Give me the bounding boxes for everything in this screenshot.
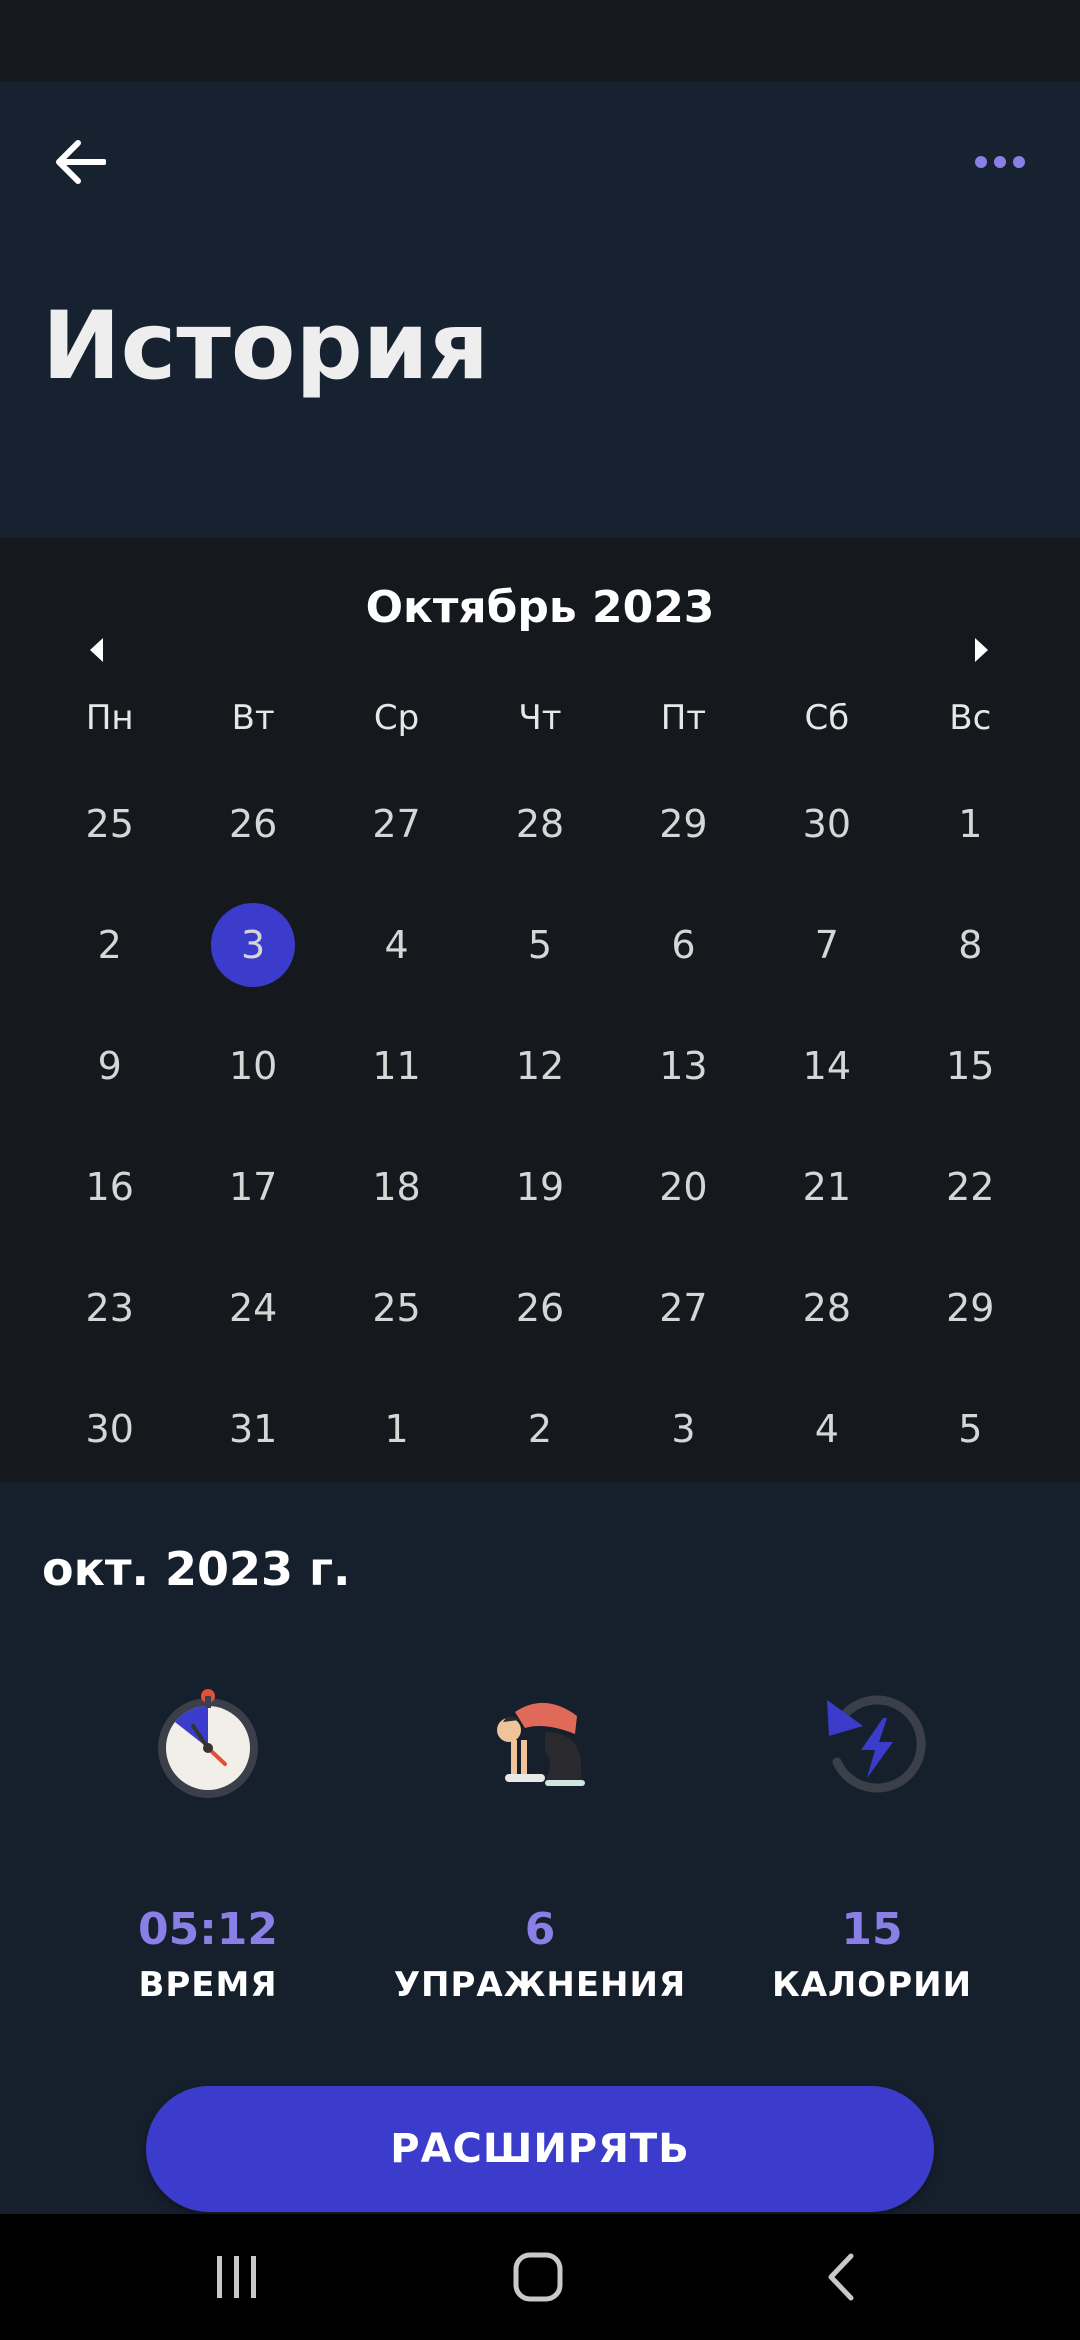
calorie-burn-icon [707,1682,1037,1802]
calendar-day[interactable]: 25 [38,763,181,884]
calendar-day[interactable]: 14 [755,1005,898,1126]
calendar-day[interactable]: 6 [612,884,755,1005]
calendar-day[interactable]: 3 [612,1368,755,1489]
weekday-header: Пн Вт Ср Чт Пт Сб Вс [0,698,1080,738]
weekday-label: Пт [660,698,707,738]
home-icon [513,2252,563,2302]
calendar-day[interactable]: 27 [325,763,468,884]
caret-left-icon [90,638,103,662]
stat-exercises-label: УПРАЖНЕНИЯ [393,1965,687,2005]
calendar-day[interactable]: 10 [181,1005,324,1126]
calendar-day[interactable]: 27 [612,1247,755,1368]
calendar-day[interactable]: 2 [38,884,181,1005]
next-month-button[interactable] [942,590,1022,710]
yoga-pose-icon [375,1682,705,1802]
calendar-day[interactable]: 12 [468,1005,611,1126]
calendar-day[interactable]: 5 [468,884,611,1005]
calendar-day[interactable]: 13 [612,1005,755,1126]
calendar-day[interactable]: 23 [38,1247,181,1368]
calendar-day-selected[interactable]: 3 [181,884,324,1005]
calendar-day[interactable]: 15 [899,1005,1042,1126]
weekday-label: Сб [804,698,850,738]
caret-right-icon [975,638,988,662]
status-bar [0,0,1080,82]
recents-button[interactable] [157,2214,317,2340]
summary-date: окт. 2023 г. [42,1542,351,1596]
stat-time-value: 05:12 [137,1904,279,1955]
calendar-day[interactable]: 22 [899,1126,1042,1247]
calendar-day[interactable]: 4 [325,884,468,1005]
recents-icon [217,2256,256,2298]
calendar-day[interactable]: 8 [899,884,1042,1005]
calendar-day[interactable]: 19 [468,1126,611,1247]
calendar-day[interactable]: 26 [468,1247,611,1368]
calendar: Октябрь 2023 Пн Вт Ср Чт Пт Сб Вс 25 26 … [0,538,1080,1482]
calendar-day[interactable]: 30 [755,763,898,884]
calendar-day[interactable]: 5 [899,1368,1042,1489]
calendar-day[interactable]: 11 [325,1005,468,1126]
more-horizontal-icon [975,156,1025,168]
stat-exercises-value: 6 [524,1904,556,1955]
stat-exercises: 6 УПРАЖНЕНИЯ [375,1682,705,2005]
calendar-day[interactable]: 24 [181,1247,324,1368]
calendar-day[interactable]: 31 [181,1368,324,1489]
calendar-day[interactable]: 1 [899,763,1042,884]
calendar-month-label: Октябрь 2023 [365,582,715,633]
calendar-day[interactable]: 21 [755,1126,898,1247]
calendar-day[interactable]: 16 [38,1126,181,1247]
more-options-button[interactable] [960,126,1040,198]
calendar-days-grid: 25 26 27 28 29 30 1 2 3 4 5 6 7 8 9 10 1… [0,763,1080,1489]
stat-calories-label: КАЛОРИИ [771,1965,973,2005]
calendar-day[interactable]: 4 [755,1368,898,1489]
calendar-day[interactable]: 18 [325,1126,468,1247]
system-back-button[interactable] [760,2214,920,2340]
back-chevron-icon [828,2253,854,2301]
calendar-day[interactable]: 1 [325,1368,468,1489]
calendar-day[interactable]: 28 [468,763,611,884]
stat-calories: 15 КАЛОРИИ [707,1682,1037,2005]
calendar-day[interactable]: 17 [181,1126,324,1247]
calendar-day[interactable]: 9 [38,1005,181,1126]
weekday-label: Вс [949,698,992,738]
weekday-label: Ср [373,698,420,738]
arrow-left-icon [56,140,106,184]
weekday-label: Пн [85,698,134,738]
calendar-day[interactable]: 28 [755,1247,898,1368]
calendar-day[interactable]: 29 [612,763,755,884]
stopwatch-icon [43,1682,373,1802]
calendar-day[interactable]: 20 [612,1126,755,1247]
calendar-day[interactable]: 30 [38,1368,181,1489]
calendar-day[interactable]: 29 [899,1247,1042,1368]
stat-calories-value: 15 [841,1904,903,1955]
weekday-label: Чт [518,698,562,738]
stat-time-label: ВРЕМЯ [138,1965,278,2005]
calendar-day[interactable]: 26 [181,763,324,884]
back-button[interactable] [40,126,120,198]
calendar-day[interactable]: 7 [755,884,898,1005]
page-title: История [42,292,489,401]
home-button[interactable] [458,2214,618,2340]
expand-button[interactable]: РАСШИРЯТЬ [146,2086,934,2212]
weekday-label: Вт [231,698,275,738]
calendar-day[interactable]: 2 [468,1368,611,1489]
calendar-day[interactable]: 25 [325,1247,468,1368]
system-navigation-bar [0,2214,1080,2340]
stat-time: 05:12 ВРЕМЯ [43,1682,373,2005]
